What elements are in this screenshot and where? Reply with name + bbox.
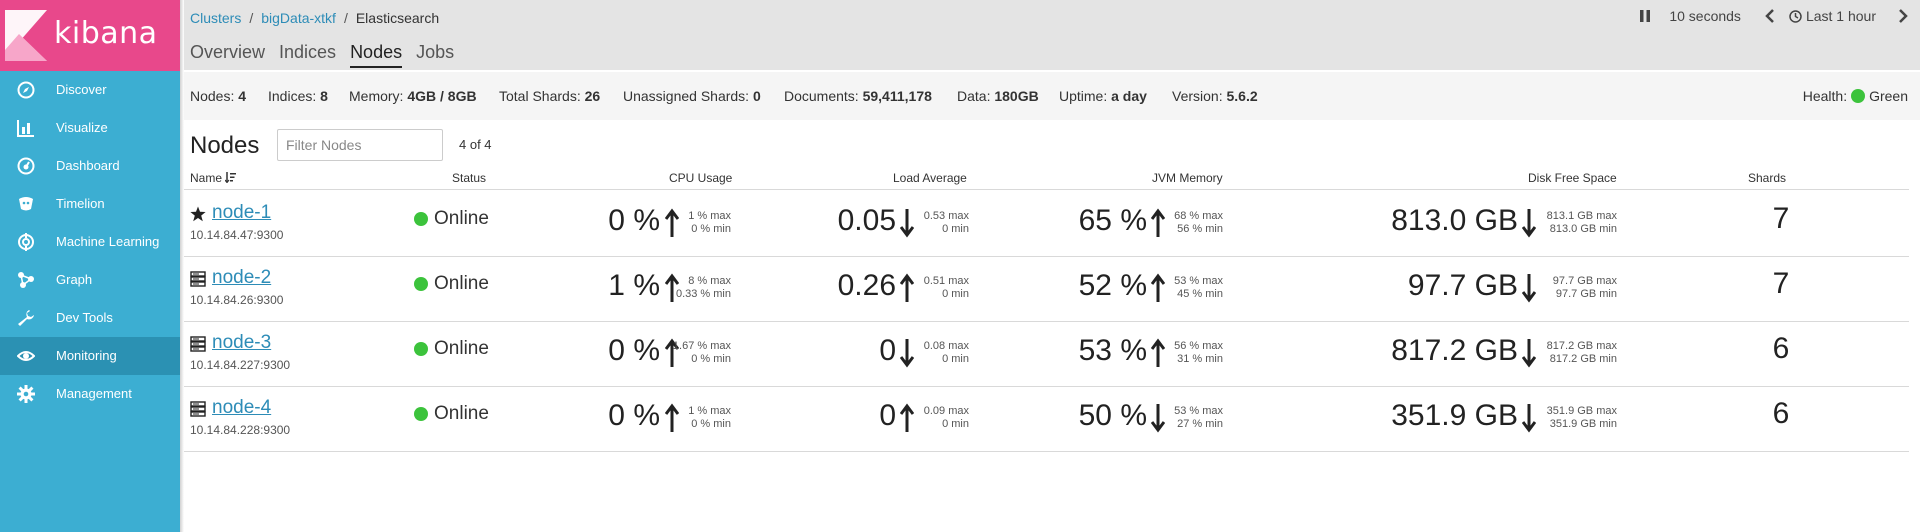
column-header-load[interactable]: Load Average	[893, 171, 967, 185]
sidebar-item-dashboard[interactable]: Dashboard	[0, 147, 180, 185]
table-row: node-4 10.14.84.228:9300 Online 0 % 1 % max 0…	[0, 385, 1920, 450]
shard-count: 7	[1772, 267, 1790, 300]
pause-icon[interactable]	[1639, 9, 1651, 23]
column-header-cpu[interactable]: CPU Usage	[669, 171, 732, 185]
disk-min: 817.2 GB min	[1549, 353, 1617, 365]
sort-ascending-icon	[224, 172, 237, 184]
sidebar-item-label: Dashboard	[56, 158, 120, 173]
tab-overview[interactable]: Overview	[190, 42, 265, 68]
breadcrumb-cluster-link[interactable]: bigData-xtkf	[261, 10, 336, 26]
column-header-disk[interactable]: Disk Free Space	[1528, 171, 1617, 185]
breadcrumb-current: Elasticsearch	[355, 10, 440, 26]
disk-min: 97.7 GB min	[1555, 288, 1617, 300]
trend-down-icon	[1522, 339, 1536, 368]
time-controls: 10 seconds Last 1 hour	[1639, 8, 1908, 24]
tab-bar: Overview Indices Nodes Jobs	[190, 42, 468, 68]
column-header-shards[interactable]: Shards	[1748, 171, 1786, 185]
node-count: 4 of 4	[459, 137, 492, 152]
sidebar-item-visualize[interactable]: Visualize	[0, 109, 180, 147]
shard-count: 7	[1772, 202, 1790, 235]
kibana-logo[interactable]: kibana	[0, 0, 180, 71]
breadcrumb-clusters-link[interactable]: Clusters	[190, 10, 241, 26]
stat-documents: Documents: 59,411,178	[784, 88, 932, 104]
disk-value: 351.9 GB	[1391, 399, 1518, 432]
cluster-health: Health: Green	[1802, 88, 1908, 104]
bar-chart-icon	[17, 120, 34, 137]
cluster-summary: Nodes: 4 Indices: 8 Memory: 4GB / 8GB To…	[184, 72, 1920, 120]
table-row: node-1 10.14.84.47:9300 Online 0 % 1 % max 0 …	[0, 190, 1920, 255]
stat-version: Version: 5.6.2	[1172, 88, 1258, 104]
sidebar-item-discover[interactable]: Discover	[0, 71, 180, 109]
shard-count: 6	[1772, 332, 1790, 365]
column-header-status[interactable]: Status	[452, 171, 486, 185]
table-row: node-3 10.14.84.227:9300 Online 0 % 1.67 % m…	[0, 320, 1920, 385]
trend-down-icon	[1522, 209, 1536, 238]
refresh-interval[interactable]: 10 seconds	[1669, 8, 1741, 24]
tab-nodes[interactable]: Nodes	[350, 42, 403, 68]
disk-max: 351.9 GB max	[1546, 405, 1617, 417]
stat-nodes: Nodes: 4	[190, 88, 247, 104]
compass-icon	[17, 81, 35, 99]
disk-metric: 351.9 GB 351.9 GB max 351.9 GB min	[0, 393, 1920, 433]
disk-min: 813.0 GB min	[1549, 223, 1617, 235]
disk-max: 813.1 GB max	[1546, 210, 1617, 222]
disk-value: 97.7 GB	[1407, 269, 1518, 302]
health-status-dot	[1851, 89, 1866, 103]
chevron-left-icon[interactable]	[1765, 9, 1775, 23]
stat-data: Data: 180GB	[957, 88, 1039, 104]
disk-metric: 817.2 GB 817.2 GB max 817.2 GB min	[0, 328, 1920, 368]
disk-value: 813.0 GB	[1391, 204, 1518, 237]
clock-icon	[1789, 9, 1802, 23]
stat-total-shards: Total Shards: 26	[499, 88, 601, 104]
stat-indices: Indices: 8	[268, 88, 328, 104]
kibana-logo-icon	[5, 10, 47, 61]
sidebar-item-label: Discover	[56, 82, 107, 97]
shard-count: 6	[1772, 397, 1790, 430]
breadcrumb: Clusters / bigData-xtkf / Elasticsearch	[190, 10, 439, 26]
disk-value: 817.2 GB	[1391, 334, 1518, 367]
trend-down-icon	[1522, 404, 1536, 433]
tab-jobs[interactable]: Jobs	[416, 42, 454, 68]
table-row: node-2 10.14.84.26:9300 Online 1 % 8 % max 0.…	[0, 255, 1920, 320]
stat-uptime: Uptime: a day	[1059, 88, 1147, 104]
disk-metric: 813.0 GB 813.1 GB max 813.0 GB min	[0, 198, 1920, 238]
time-range-picker[interactable]: Last 1 hour	[1806, 8, 1876, 24]
disk-min: 351.9 GB min	[1549, 418, 1617, 430]
disk-max: 97.7 GB max	[1552, 275, 1617, 287]
app-name: kibana	[54, 16, 158, 51]
disk-metric: 97.7 GB 97.7 GB max 97.7 GB min	[0, 263, 1920, 303]
stat-unassigned-shards: Unassigned Shards: 0	[623, 88, 761, 104]
dashboard-icon	[17, 157, 35, 175]
sidebar-item-label: Visualize	[56, 120, 108, 135]
trend-down-icon	[1522, 274, 1536, 303]
breadcrumb-separator: /	[343, 10, 348, 26]
stat-memory: Memory: 4GB / 8GB	[349, 88, 477, 104]
filter-nodes-input[interactable]	[277, 129, 443, 161]
disk-max: 817.2 GB max	[1546, 340, 1617, 352]
page-title: Nodes	[190, 132, 260, 159]
row-divider	[184, 451, 1909, 452]
breadcrumb-separator: /	[249, 10, 254, 26]
column-header-name[interactable]: Name	[190, 171, 237, 185]
tab-indices[interactable]: Indices	[279, 42, 336, 68]
column-header-jvm[interactable]: JVM Memory	[1152, 171, 1223, 185]
top-bar: Clusters / bigData-xtkf / Elasticsearch …	[184, 0, 1920, 70]
chevron-right-icon[interactable]	[1898, 9, 1908, 23]
